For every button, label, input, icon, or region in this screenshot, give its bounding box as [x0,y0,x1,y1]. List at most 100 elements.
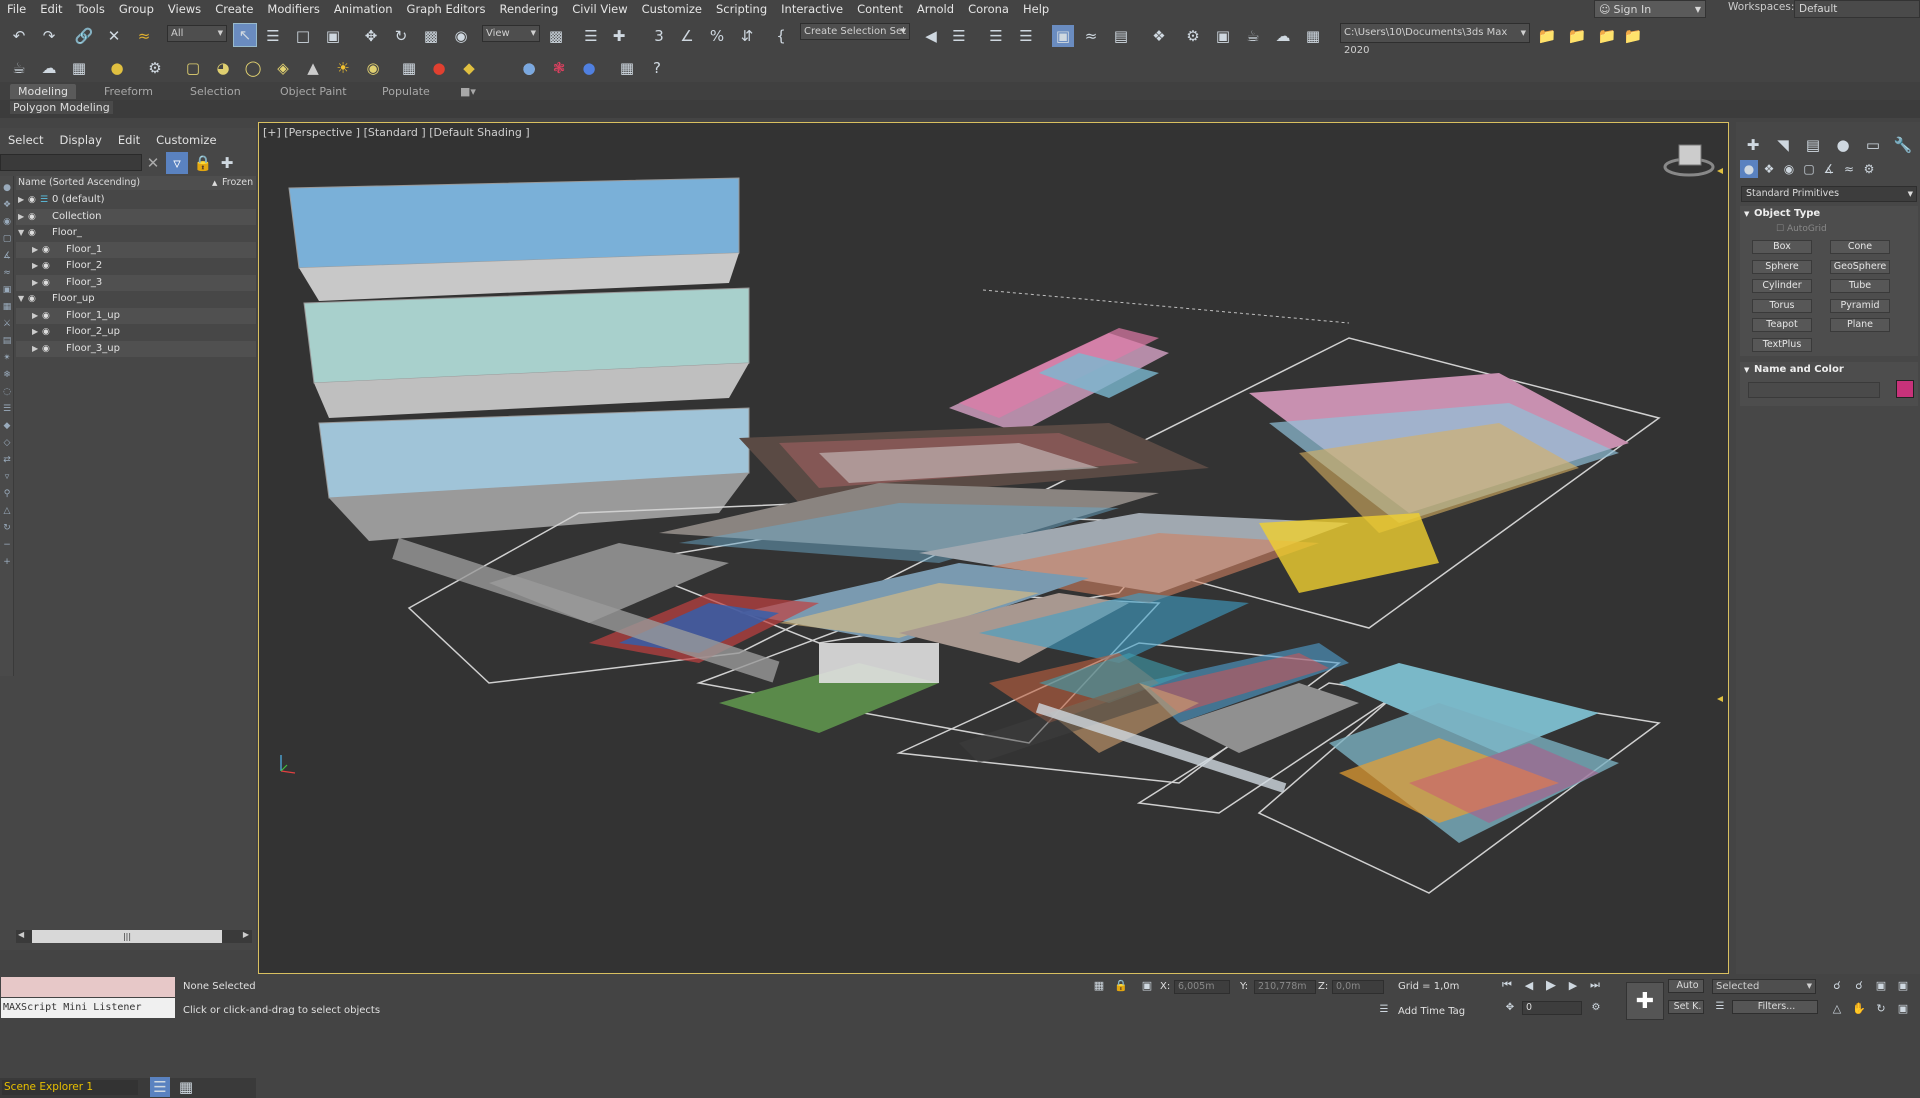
hierarchy-icon[interactable]: ▦ [176,1077,196,1097]
menu-modifiers[interactable]: Modifiers [260,2,327,16]
orbit-icon[interactable]: ↻ [1872,999,1890,1017]
rendered-frame-window-icon[interactable]: ▣ [1212,25,1234,47]
light-lister-icon[interactable]: ● [106,57,128,79]
tree-row[interactable]: ▼ ◉ Floor_ [16,225,256,241]
menu-corona[interactable]: Corona [961,2,1016,16]
shaded-sphere-icon[interactable]: ● [518,57,540,79]
project-new-icon[interactable]: 📁 [1596,25,1618,47]
bowl-light-icon[interactable]: ◈ [272,57,294,79]
plane-light-icon[interactable]: ▢ [182,57,204,79]
textplus-button[interactable]: TextPlus [1752,337,1812,352]
visibility-eye-icon[interactable]: ◉ [42,341,50,357]
disc-light-icon[interactable]: ◉ [362,57,384,79]
expand-arrow-icon[interactable]: ▶ [18,209,24,225]
shapes-icon[interactable]: ❖ [1760,160,1778,178]
listener-input[interactable]: MAXScript Mini Listener [1,998,175,1018]
percent-snap-icon[interactable]: % [706,25,728,47]
containers-filter-icon[interactable]: ▤ [1,335,13,347]
menu-group[interactable]: Group [112,2,161,16]
tube-button[interactable]: Tube [1830,279,1890,293]
primitive-category-dropdown[interactable]: Standard Primitives ▼ [1741,186,1917,202]
filter-options-filter-icon[interactable]: ▿ [1,471,13,483]
tree-row[interactable]: ▶ ◉ Floor_1_up [16,307,256,324]
multi-material-icon[interactable]: ❃ [548,57,570,79]
xrefs-filter-icon[interactable]: ▦ [1,301,13,313]
rectangular-selection-icon[interactable]: □ [292,25,314,47]
toggle-ribbon-icon[interactable]: ▣ [1052,25,1074,47]
zoom-extents-icon[interactable]: ▣ [1872,976,1890,994]
menu-content[interactable]: Content [850,2,910,16]
scroll-left-icon[interactable]: ◀ [18,930,24,939]
explorer-menu-edit[interactable]: Edit [110,133,148,147]
render-production-icon[interactable]: ☕ [1242,25,1264,47]
angle-snap-icon[interactable]: ∠ [676,25,698,47]
visibility-eye-icon[interactable]: ◉ [28,291,36,307]
expand-filter-icon[interactable]: + [1,556,13,568]
render-shortcuts-icon[interactable]: ▦ [1302,25,1324,47]
workspaces-dropdown[interactable]: Default [1794,0,1920,18]
bind-space-warp-icon[interactable]: ≈ [133,25,155,47]
menu-interactive[interactable]: Interactive [774,2,850,16]
visibility-eye-icon[interactable]: ◉ [28,209,36,225]
perspective-viewport[interactable]: [+] [Perspective ] [Standard ] [Default … [258,122,1729,974]
layers-filter-icon[interactable]: ☰ [1,403,13,415]
reference-coordinate-dropdown[interactable]: View ▼ [482,25,540,42]
spinner-snap-icon[interactable]: ⇵ [736,25,758,47]
ribbon-tab-populate[interactable]: Populate [374,84,438,99]
tree-row[interactable]: ▶ ◉ Floor_2 [16,258,256,274]
collapse-arrow-icon[interactable]: ▼ [18,291,24,307]
expand-arrow-icon[interactable]: ▶ [32,275,38,291]
tree-row[interactable]: ▶ ◉ Floor_2_up [16,324,256,340]
clear-search-icon[interactable]: ✕ [142,152,164,174]
hidden-filter-icon[interactable]: ◌ [1,386,13,398]
selection-lock-icon[interactable]: 🔒 [1112,976,1130,994]
toggle-layer-explorer-icon[interactable]: ☰ [1015,25,1037,47]
selection-set-dropdown[interactable]: Create Selection Set ▼ [800,23,910,40]
selection-filter-dropdown[interactable]: All ▼ [167,25,227,42]
display-all-filter-icon[interactable]: ◆ [1,420,13,432]
project-open-icon[interactable]: 📁 [1622,25,1644,47]
curve-editor-icon[interactable]: ≈ [1080,25,1102,47]
set-key-large-icon[interactable]: ✚ [1626,982,1664,1020]
space-warps-filter-icon[interactable]: ≈ [1,267,13,279]
visibility-eye-icon[interactable]: ◉ [42,242,50,258]
scale-icon[interactable]: ▩ [420,25,442,47]
time-configuration-icon[interactable]: ⚙ [1588,999,1604,1015]
select-object-icon[interactable]: ↖ [233,23,257,47]
key-filter-dropdown[interactable]: Selected ▼ [1712,979,1816,994]
y-coordinate-field[interactable]: 210,778m [1254,980,1316,994]
menu-scripting[interactable]: Scripting [709,2,774,16]
menu-help[interactable]: Help [1016,2,1056,16]
visibility-eye-icon[interactable]: ◉ [28,225,36,241]
object-color-swatch[interactable] [1896,380,1914,398]
menu-animation[interactable]: Animation [327,2,400,16]
render-setup-icon[interactable]: ⚙ [1182,25,1204,47]
play-icon[interactable]: ▶ [1542,976,1560,994]
pyramid-button[interactable]: Pyramid [1830,298,1890,313]
zoom-extents-all-icon[interactable]: ▣ [1894,976,1912,994]
auto-key-button[interactable]: Auto [1668,979,1704,993]
tree-row[interactable]: ▶ ◉ Floor_1 [16,241,256,258]
viewcube[interactable] [1663,144,1715,177]
cylinder-button[interactable]: Cylinder [1752,279,1812,293]
z-coordinate-field[interactable]: 0,0m [1332,980,1384,994]
project-folder-dropdown[interactable]: C:\Users\10\Documents\3ds Max 2020 ▼ [1340,23,1530,56]
frame-buffer-icon[interactable]: ▦ [616,57,638,79]
snaps-toggle-icon[interactable]: 3 [648,25,670,47]
schematic-view-icon[interactable]: ▤ [1110,25,1132,47]
display-tab-icon[interactable]: ▭ [1862,134,1884,156]
key-mode-icon[interactable]: ✥ [1502,999,1518,1015]
viewport-label[interactable]: [+] [Perspective ] [Standard ] [Default … [263,126,530,139]
render-in-cloud-icon[interactable]: ☁ [1272,25,1294,47]
zoom-all-icon[interactable]: ☌ [1850,976,1868,994]
menu-graph-editors[interactable]: Graph Editors [400,2,493,16]
edit-named-selection-icon[interactable]: { [770,25,792,47]
listener-output[interactable] [1,977,175,997]
rotate-icon[interactable]: ↻ [390,25,412,47]
sign-in-dropdown[interactable]: ☺ Sign In ▼ [1594,0,1706,18]
systems-icon[interactable]: ⚙ [1860,160,1878,178]
previous-frame-icon[interactable]: ◀ [1520,976,1538,994]
field-of-view-icon[interactable]: △ [1828,999,1846,1017]
expand-arrow-icon[interactable]: ▶ [18,192,24,208]
lock-icon[interactable]: 🔒 [192,152,214,174]
